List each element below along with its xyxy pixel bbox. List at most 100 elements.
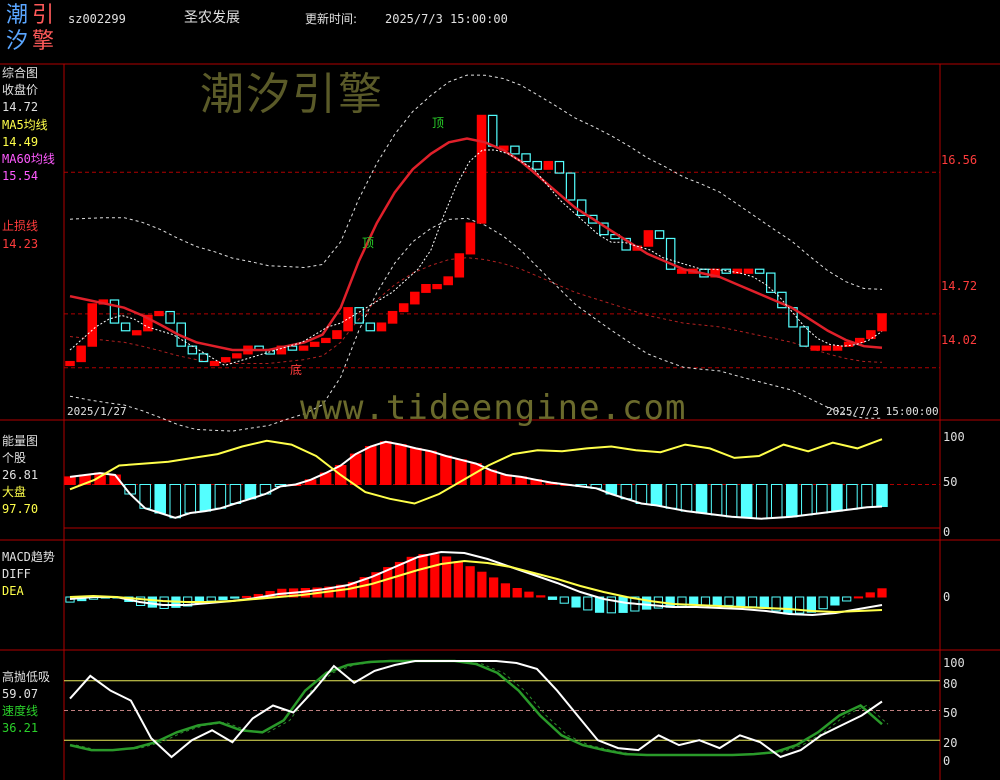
candle [65,360,75,367]
candle [654,230,665,240]
candle [154,310,164,317]
candle [565,172,576,201]
market-energy-label: 大盘 [2,485,27,499]
candle [131,330,142,336]
macd-bar [747,596,758,608]
candle [87,303,98,347]
close-value: 14.72 [2,100,39,114]
candle [321,337,331,344]
macd-bar [583,596,593,611]
macd-bar [489,577,499,598]
candle [187,345,198,355]
candle [309,341,320,347]
candle [643,230,654,247]
candle [454,253,465,278]
energy-tick-label: 0 [943,525,951,539]
diff-label: DIFF [2,567,31,581]
macd-bar [500,583,511,598]
energy-bar [831,484,843,512]
panel3-title: MACD趋势 [2,550,55,564]
candle [810,345,821,351]
close-label: 收盘价 [2,83,39,97]
energy-bar [876,484,888,508]
macd-bar [418,553,428,598]
macd-zero-tick: 0 [943,590,951,604]
candle [476,114,487,224]
macd-bar [724,596,734,606]
energy-bar [635,484,648,504]
stock-chart-window: { "header": { "logo_chars": ["潮","引","汐"… [0,0,1000,780]
candle [398,303,409,313]
macd-bar [865,592,875,598]
macd-bar [642,596,652,610]
panel4-title: 高抛低吸 [2,670,51,684]
energy-bar [410,447,422,485]
candle [554,160,565,174]
osc-tick-label: 100 [943,656,965,670]
candle [754,268,765,274]
candle [332,330,342,340]
candle [76,345,86,363]
energy-bar [650,484,663,506]
macd-bar [853,596,864,599]
macd-bar [394,561,405,598]
macd-bar [206,596,216,602]
energy-tick-label: 50 [943,475,958,489]
ma5-label: MA5均线 [2,118,48,132]
ma60-label: MA60均线 [2,152,55,166]
date-start: 2025/1/27 [67,405,127,418]
energy-bar [364,446,377,485]
energy-bar [801,484,813,516]
macd-bar [547,596,558,600]
energy-bar [861,484,873,508]
candle [343,307,353,332]
speed-ref-line [75,660,889,756]
price-tick-label: 14.02 [941,333,978,347]
candle [465,222,476,255]
price-tick-label: 14.72 [941,279,978,293]
top-marker: 顶 [432,116,445,130]
speed-value: 36.21 [2,721,39,735]
candle [232,353,242,359]
macd-bar [618,596,628,613]
candle [376,322,387,332]
energy-tick-label: 100 [943,430,965,444]
candle [120,322,131,332]
ma60-value: 15.54 [2,169,39,183]
candle [543,160,554,170]
energy-bar [786,484,798,518]
macd-bar [830,596,840,606]
panel2-title: 能量图 [2,434,39,448]
candle [866,330,876,340]
macd-bar [453,561,463,598]
energy-bar [154,484,166,514]
energy-bar [184,484,197,514]
candle [854,337,865,344]
energy-bar [665,484,678,509]
candle [487,114,498,147]
candle [877,313,887,332]
macd-bar [842,596,852,602]
panel1-title: 综合图 [2,66,39,80]
candle [799,326,809,347]
speed-label: 速度线 [2,704,39,718]
candle [410,291,420,305]
bottom-marker: 底 [290,363,303,377]
candle [209,360,220,367]
osc-tick-label: 80 [943,677,958,691]
osc-tick-label: 50 [943,706,958,720]
energy-bar [395,444,407,486]
energy-bar [770,484,783,519]
date-end: 2025/7/3 15:00:00 [826,405,939,418]
dea-label: DEA [2,584,24,598]
macd-bar [159,596,169,609]
energy-bar [680,484,693,512]
macd-bar [877,588,887,598]
osc-tick-label: 20 [943,736,958,750]
candle [510,145,520,155]
stock-energy-value: 26.81 [2,468,39,482]
candle [765,272,776,293]
macd-bar [218,596,228,601]
energy-bar [199,484,212,512]
macd-bar [241,595,252,598]
